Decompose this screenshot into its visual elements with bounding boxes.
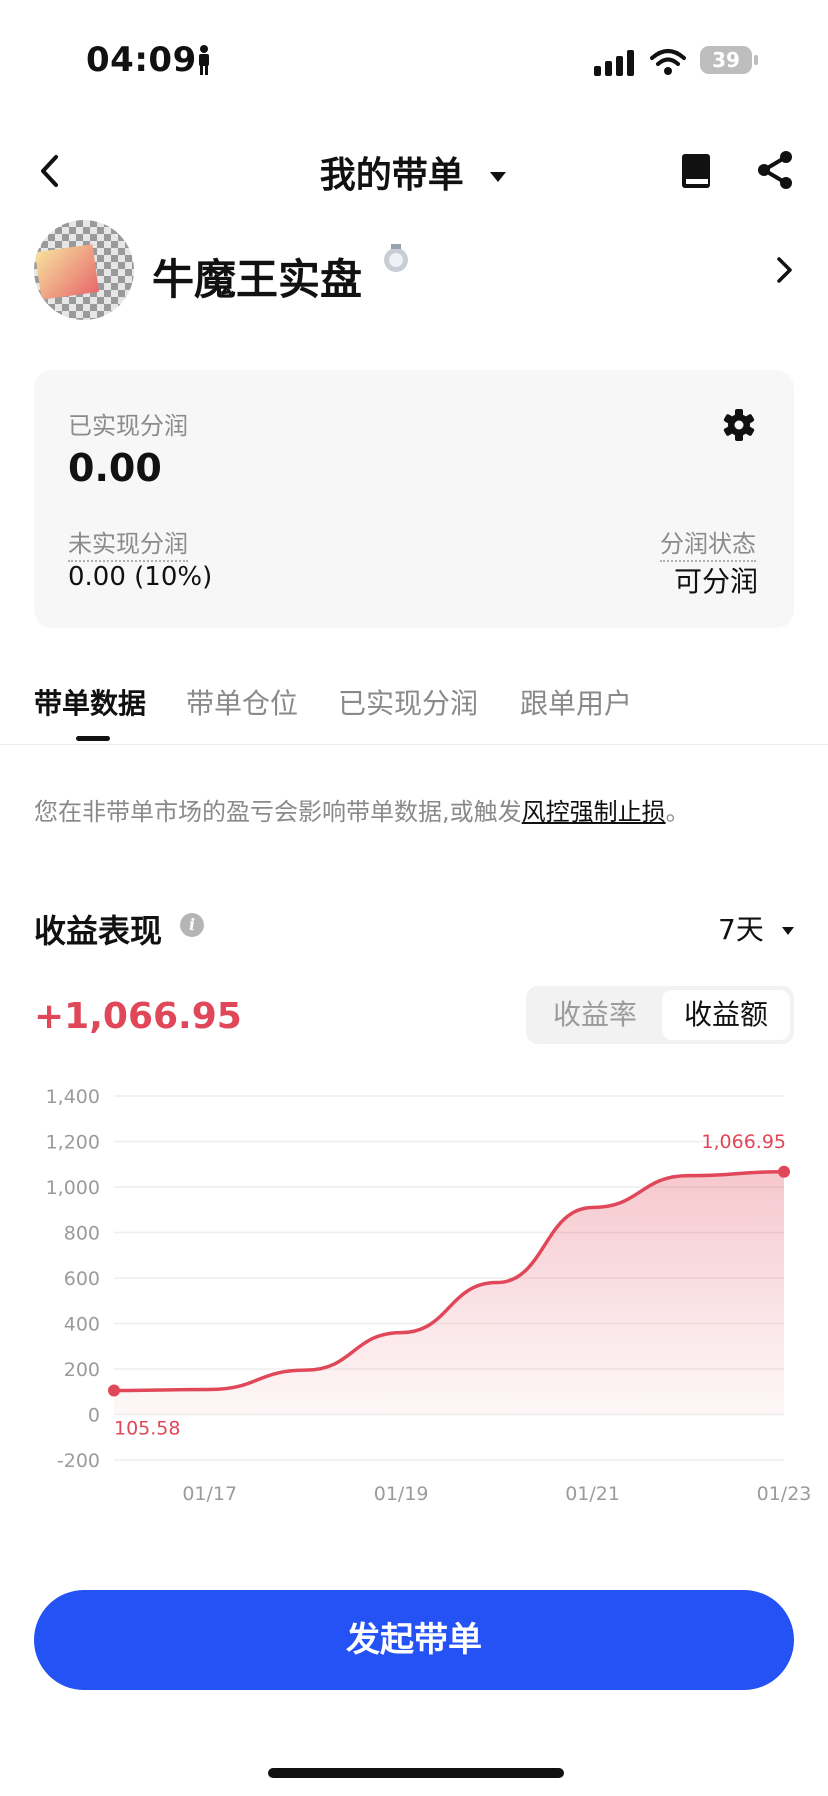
y-tick-label: 1,400: [46, 1086, 100, 1108]
battery-icon: 39: [700, 46, 752, 74]
y-tick-label: 0: [88, 1405, 100, 1427]
y-tick-label: 400: [64, 1314, 100, 1336]
period-label: 7天: [718, 913, 764, 946]
tab-realized-share[interactable]: 已实现分润: [338, 682, 478, 722]
y-tick-label: 200: [64, 1359, 100, 1381]
risk-notice: 您在非带单市场的盈亏会影响带单数据,或触发风控强制止损。: [34, 792, 690, 827]
share-status-value: 可分润: [674, 565, 759, 598]
start-point: [108, 1384, 120, 1397]
chevron-right-icon[interactable]: [776, 256, 794, 284]
nav-title-text: 我的带单: [319, 155, 464, 196]
tab-copy-trading-data[interactable]: 带单数据: [34, 682, 146, 722]
status-time: 04:09: [86, 40, 197, 80]
chart-area: [114, 1171, 784, 1415]
x-tick-label: 01/17: [182, 1483, 237, 1505]
toggle-return-rate[interactable]: 收益率: [530, 990, 660, 1040]
start-copy-trading-button[interactable]: 发起带单: [34, 1590, 794, 1690]
nav-title[interactable]: 我的带单: [250, 146, 578, 198]
signal-icon: [594, 50, 634, 76]
toggle-return-amount[interactable]: 收益额: [662, 990, 790, 1040]
y-tick-label: 800: [64, 1223, 100, 1245]
y-tick-label: 1,200: [46, 1132, 100, 1154]
y-tick-label: -200: [57, 1450, 100, 1472]
realized-share-value: 0.00: [68, 446, 162, 490]
realized-share-label: 已实现分润: [68, 412, 188, 440]
back-icon[interactable]: [38, 154, 62, 188]
y-tick-label: 1,000: [46, 1177, 100, 1199]
unrealized-share-label[interactable]: 未实现分润: [68, 524, 188, 562]
x-tick-label: 01/21: [565, 1483, 620, 1505]
share-status-label[interactable]: 分润状态: [660, 524, 756, 562]
total-profit-value: +1,066.95: [34, 996, 242, 1037]
active-tab-indicator: [76, 736, 110, 741]
end-value-label: 1,066.95: [701, 1131, 786, 1153]
share-status-label-text: 分润状态: [660, 530, 756, 562]
medal-icon: [384, 244, 408, 272]
x-tick-label: 01/23: [757, 1483, 812, 1505]
x-tick-label: 01/19: [374, 1483, 429, 1505]
battery-cap: [754, 55, 758, 65]
avatar[interactable]: [34, 220, 134, 320]
gear-icon[interactable]: [722, 408, 756, 442]
unrealized-share-label-text: 未实现分润: [68, 530, 188, 562]
tab-divider: [0, 744, 828, 745]
tab-copy-trading-positions[interactable]: 带单仓位: [186, 682, 298, 722]
caret-down-icon: [781, 927, 794, 935]
end-point: [778, 1165, 790, 1178]
profile-name[interactable]: 牛魔王实盘: [152, 246, 362, 307]
caret-down-icon: [490, 172, 507, 182]
risk-control-link[interactable]: 风控强制止损: [522, 798, 666, 826]
risk-notice-suffix: 。: [665, 798, 690, 826]
share-icon[interactable]: [756, 150, 794, 190]
start-value-label: 105.58: [114, 1417, 180, 1439]
risk-notice-text: 您在非带单市场的盈亏会影响带单数据,或触发: [34, 798, 522, 826]
info-icon[interactable]: i: [180, 913, 204, 937]
person-icon: [199, 45, 209, 75]
profit-chart: 1,400 1,200 1,000 800 600 400 200 0 -200 105.58 1…: [46, 1086, 812, 1505]
performance-title: 收益表现: [34, 912, 163, 950]
y-tick-label: 600: [64, 1268, 100, 1290]
tab-followers[interactable]: 跟单用户: [520, 682, 632, 722]
unrealized-share-value: 0.00 (10%): [68, 562, 213, 592]
period-selector[interactable]: 7天: [718, 908, 795, 948]
home-indicator: [268, 1768, 564, 1778]
book-icon[interactable]: [680, 152, 714, 190]
wifi-icon: [650, 49, 686, 75]
